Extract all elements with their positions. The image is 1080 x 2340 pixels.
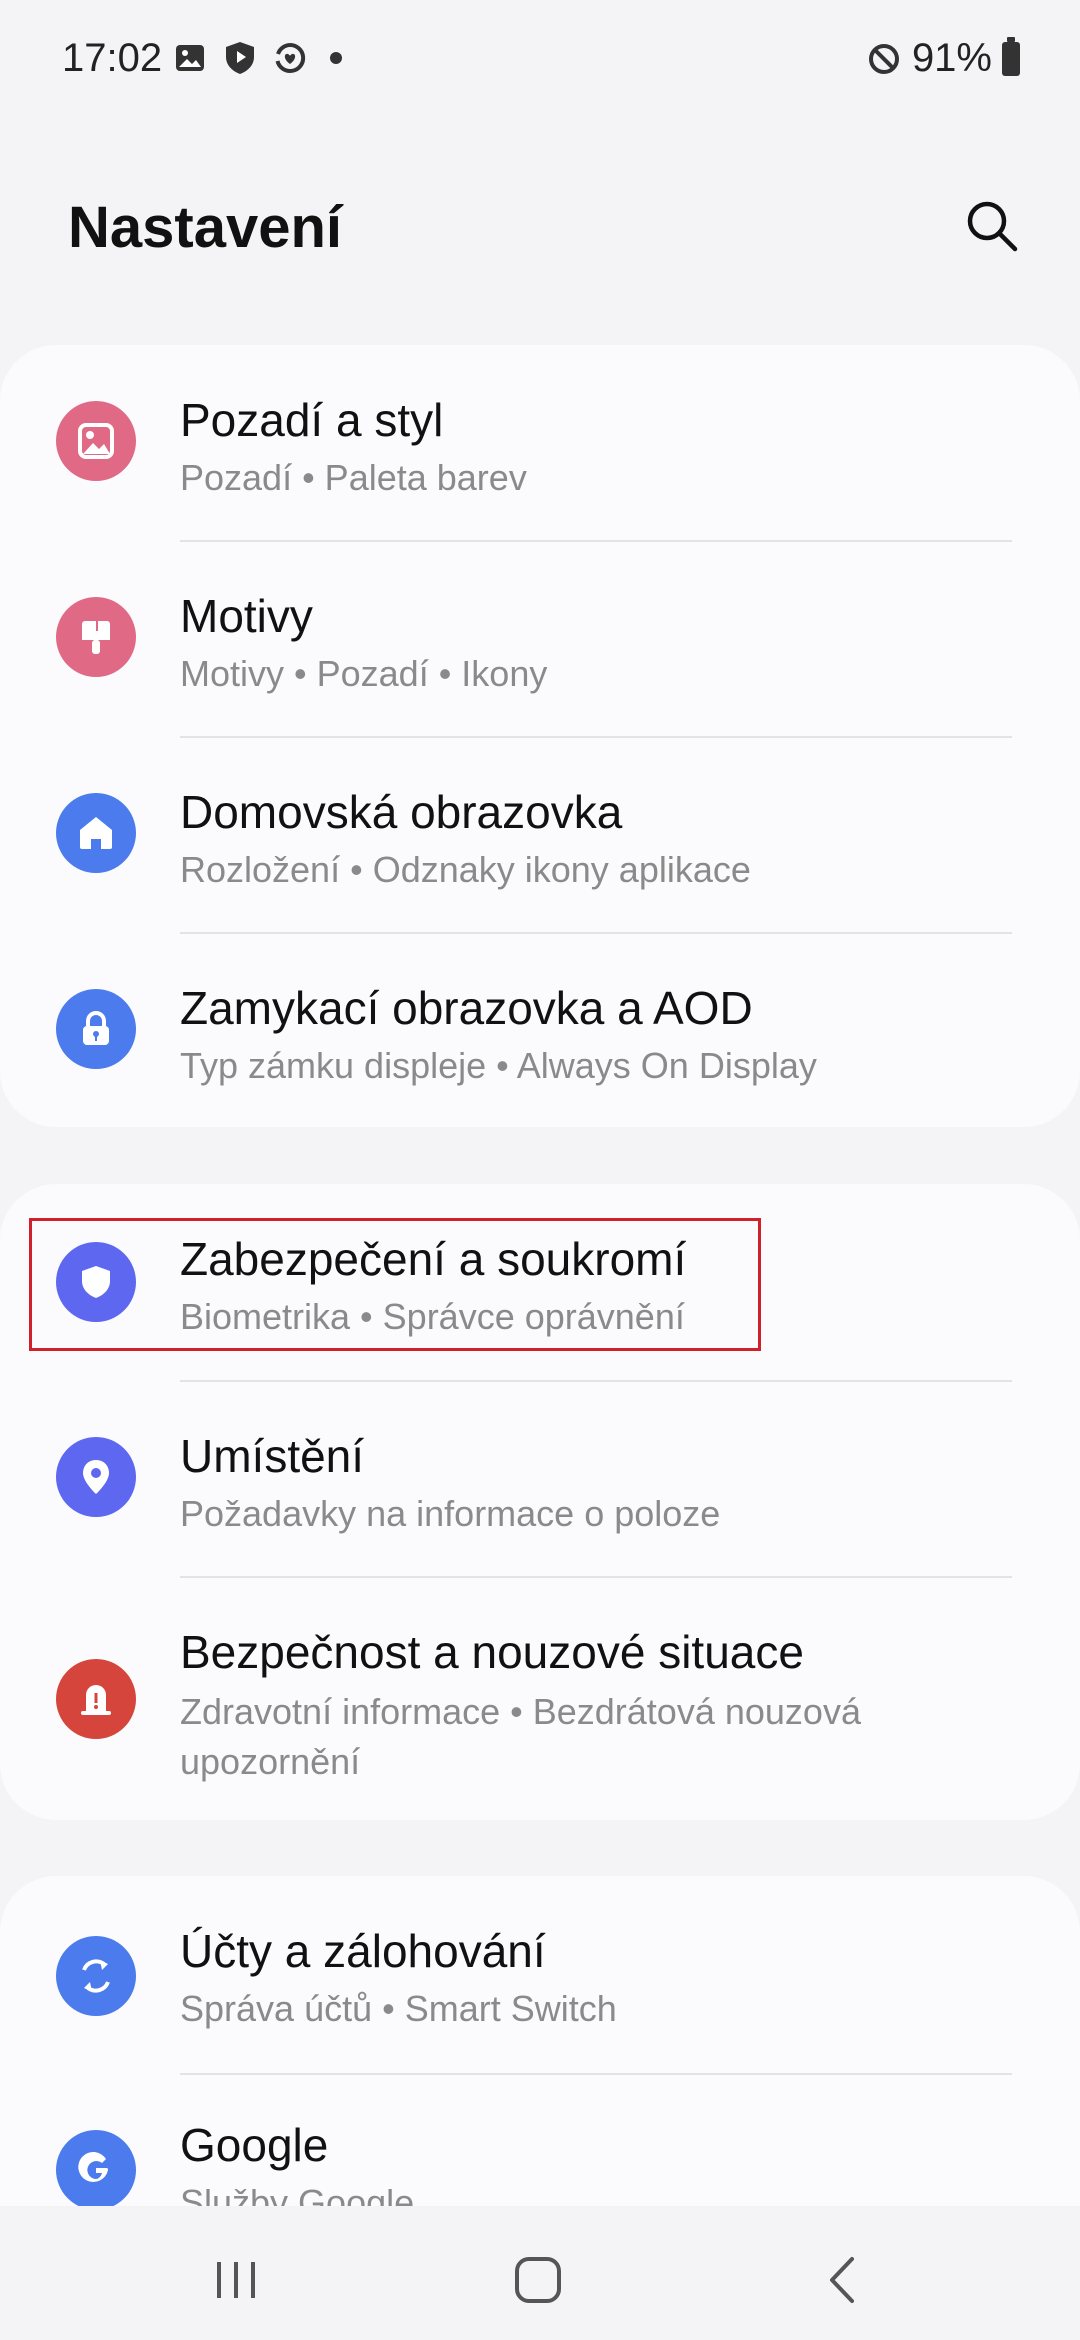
item-title: Zamykací obrazovka a AOD xyxy=(180,982,753,1034)
location-pin-icon xyxy=(56,1437,136,1517)
search-icon xyxy=(967,201,1018,252)
sync-heart-icon xyxy=(272,40,308,76)
wallpaper-icon xyxy=(56,401,136,481)
shield-play-icon xyxy=(222,40,258,76)
item-subtitle: Požadavky na informace o poloze xyxy=(180,1493,721,1534)
item-title: Domovská obrazovka xyxy=(180,786,623,838)
recents-button[interactable] xyxy=(196,2240,276,2320)
home-icon xyxy=(56,793,136,873)
list-item-safety-emergency[interactable]: Bezpečnost a nouzové situace Zdravotní i… xyxy=(0,1577,1080,1820)
item-title: Bezpečnost a nouzové situace xyxy=(180,1626,804,1678)
battery-percent: 91% xyxy=(911,36,992,80)
paintbrush-icon xyxy=(56,597,136,677)
item-subtitle: Zdravotní informace • Bezdrátová nouzová… xyxy=(180,1691,861,1782)
list-item-google[interactable]: Google Služby Google xyxy=(0,2074,1080,2206)
battery-icon xyxy=(1002,36,1020,76)
status-time: 17:02 xyxy=(62,36,163,80)
list-item-lock-screen[interactable]: Zamykací obrazovka a AOD Typ zámku displ… xyxy=(0,933,1080,1127)
status-icons-left xyxy=(172,40,342,76)
item-subtitle: Služby Google xyxy=(180,2182,415,2206)
back-icon xyxy=(830,2257,854,2303)
item-subtitle: Rozložení • Odznaky ikony aplikace xyxy=(180,849,751,890)
item-title: Pozadí a styl xyxy=(180,394,444,446)
settings-group-appearance: Pozadí a styl Pozadí • Paleta barev Moti… xyxy=(0,345,1080,1127)
navigation-bar xyxy=(0,2206,1080,2340)
home-nav-button[interactable] xyxy=(498,2240,578,2320)
settings-group-accounts: Účty a zálohování Správa účtů • Smart Sw… xyxy=(0,1876,1080,2206)
list-item-location[interactable]: Umístění Požadavky na informace o poloze xyxy=(0,1381,1080,1577)
list-item-home-screen[interactable]: Domovská obrazovka Rozložení • Odznaky i… xyxy=(0,737,1080,933)
item-subtitle: Motivy • Pozadí • Ikony xyxy=(180,653,548,694)
do-not-disturb-icon xyxy=(866,41,902,77)
list-item-wallpaper[interactable]: Pozadí a styl Pozadí • Paleta barev xyxy=(0,345,1080,541)
page-title: Nastavení xyxy=(68,195,343,260)
item-title: Umístění xyxy=(180,1430,365,1482)
item-subtitle: Správa účtů • Smart Switch xyxy=(180,1988,617,2029)
back-button[interactable] xyxy=(802,2240,882,2320)
item-subtitle: Pozadí • Paleta barev xyxy=(180,457,527,498)
item-subtitle: Typ zámku displeje • Always On Display xyxy=(180,1045,817,1086)
list-item-themes[interactable]: Motivy Motivy • Pozadí • Ikony xyxy=(0,541,1080,737)
status-bar: 17:02 91% xyxy=(0,0,1080,120)
item-title: Účty a zálohování xyxy=(180,1925,546,1977)
recents-icon xyxy=(217,2262,255,2298)
highlight-box xyxy=(29,1218,761,1351)
home-nav-icon xyxy=(515,2257,561,2303)
emergency-icon xyxy=(56,1659,136,1739)
google-icon xyxy=(56,2130,136,2206)
list-item-accounts-backup[interactable]: Účty a zálohování Správa účtů • Smart Sw… xyxy=(0,1876,1080,2072)
item-title: Google xyxy=(180,2119,329,2171)
gallery-icon xyxy=(172,40,208,76)
status-icons-right: 91% xyxy=(866,36,1020,81)
search-button[interactable] xyxy=(960,194,1024,258)
lock-icon xyxy=(56,989,136,1069)
notification-dot xyxy=(330,52,342,64)
item-title: Motivy xyxy=(180,590,313,642)
sync-icon xyxy=(56,1936,136,2016)
